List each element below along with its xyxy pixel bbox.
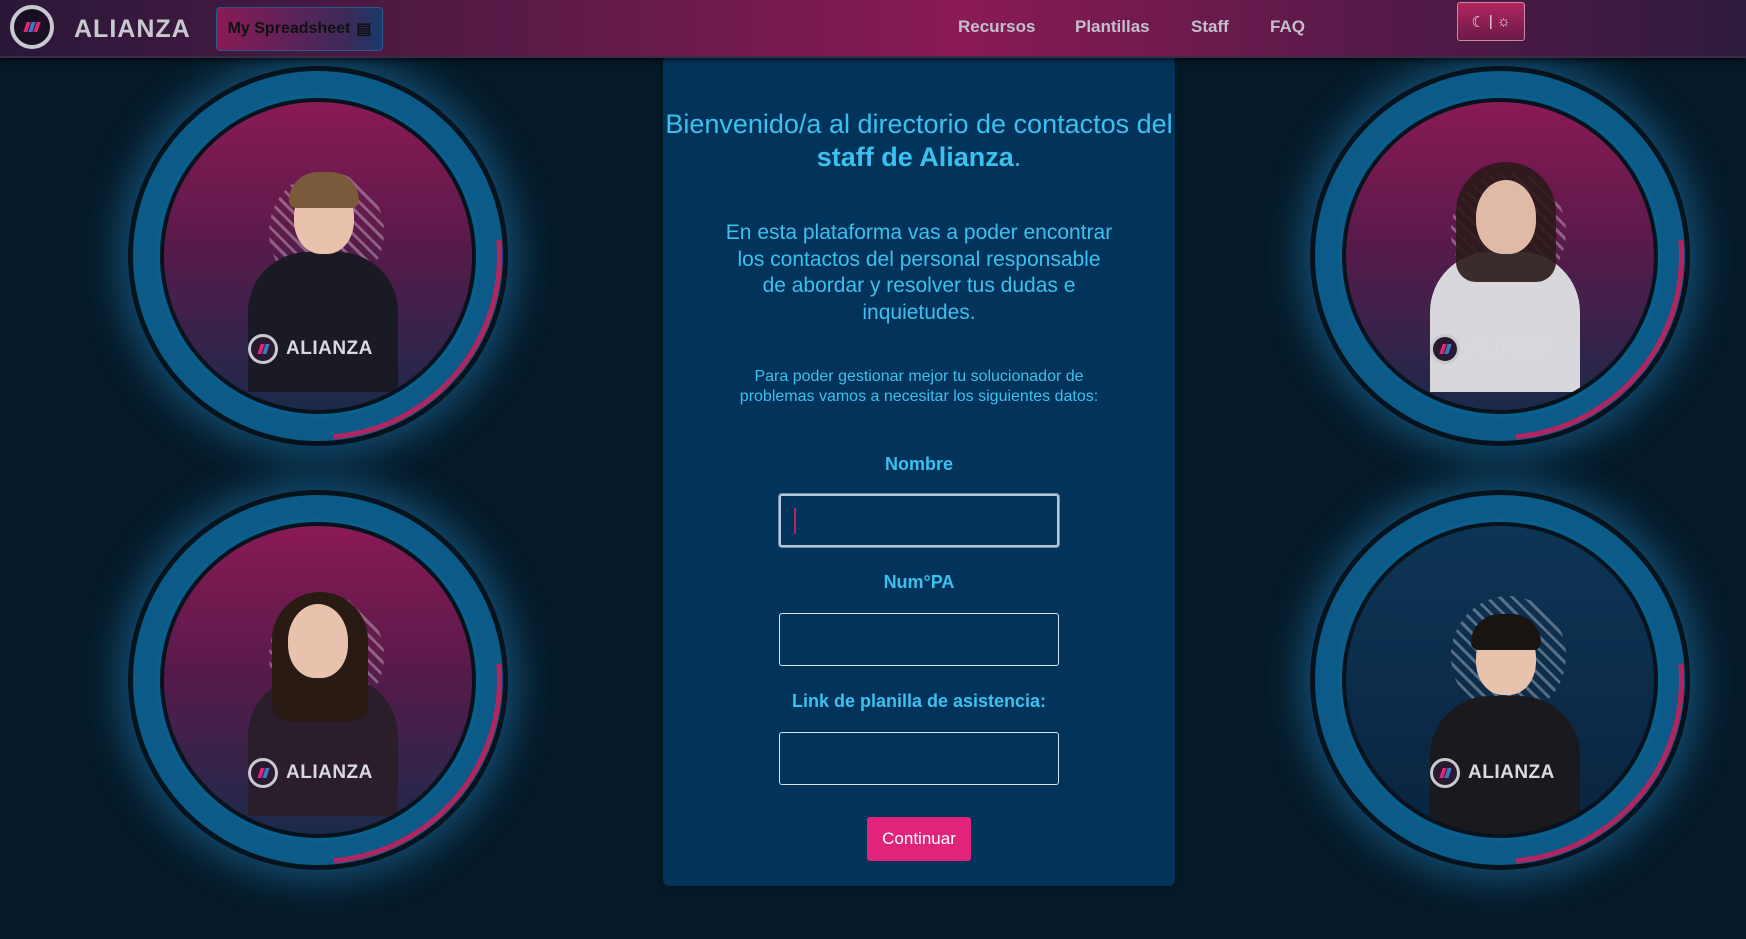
nav-link-plantillas[interactable]: Plantillas: [1075, 17, 1150, 37]
staff-photo: ALIANZA: [1342, 98, 1658, 414]
nav-link-recursos[interactable]: Recursos: [958, 17, 1035, 37]
alianza-logo-icon[interactable]: [10, 5, 54, 49]
staff-avatar-4[interactable]: ALIANZA: [1240, 420, 1746, 939]
nombre-label: Nombre: [884, 454, 953, 474]
alianza-logo-icon: [1430, 758, 1460, 788]
staff-photo: ALIANZA: [160, 98, 476, 414]
alianza-logo-icon: [248, 334, 278, 364]
brand-name[interactable]: ALIANZA: [74, 15, 191, 44]
continuar-button[interactable]: Continuar: [867, 817, 971, 861]
platform-description: En esta plataforma vas a poder encontrar…: [725, 221, 1113, 324]
staff-avatar-1[interactable]: ALIANZA: [58, 0, 578, 516]
my-spreadsheet-label: My Spreadsheet: [227, 20, 351, 37]
sun-icon: ☼: [1496, 13, 1511, 30]
num-pa-label: Num°PA: [883, 572, 955, 592]
nav-link-faq[interactable]: FAQ: [1270, 17, 1305, 37]
num-pa-input[interactable]: [779, 613, 1059, 666]
alianza-badge: ALIANZA: [248, 758, 373, 788]
theme-toggle[interactable]: ☾ | ☼: [1457, 2, 1525, 41]
staff-avatar-3[interactable]: ALIANZA: [58, 420, 578, 939]
text-caret: [794, 508, 796, 534]
my-spreadsheet-button[interactable]: My Spreadsheet ▤: [216, 7, 383, 51]
attendance-link-label: Link de planilla de asistencia:: [791, 691, 1047, 711]
alianza-badge: ALIANZA: [1430, 758, 1555, 788]
data-request-note: Para poder gestionar mejor tu solucionad…: [739, 368, 1099, 405]
toggle-separator: |: [1488, 13, 1493, 30]
alianza-badge: ALIANZA: [248, 334, 373, 364]
nav-link-staff[interactable]: Staff: [1191, 17, 1229, 37]
nombre-input[interactable]: [779, 494, 1059, 547]
staff-avatar-2[interactable]: ALIANZA: [1240, 0, 1746, 516]
top-navbar: ALIANZA My Spreadsheet ▤ Recursos Planti…: [0, 0, 1746, 58]
moon-icon: ☾: [1471, 13, 1485, 31]
staff-photo: ALIANZA: [160, 522, 476, 838]
id-card-icon: ▤: [356, 21, 372, 38]
attendance-link-input[interactable]: [779, 732, 1059, 785]
contact-form-panel: Bienvenido/a al directorio de contactos …: [663, 56, 1175, 886]
alianza-badge: ALIANZA: [1430, 334, 1555, 364]
staff-photo: ALIANZA: [1342, 522, 1658, 838]
welcome-heading: Bienvenido/a al directorio de contactos …: [665, 109, 1173, 172]
alianza-logo-icon: [248, 758, 278, 788]
alianza-logo-icon: [1430, 334, 1460, 364]
